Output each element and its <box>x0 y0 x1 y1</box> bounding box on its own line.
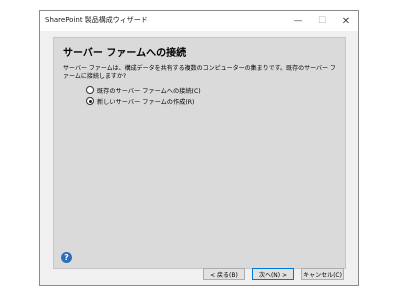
page-title: サーバー ファームへの接続 <box>63 48 187 59</box>
radio-icon[interactable] <box>86 86 94 94</box>
cancel-button[interactable]: キャンセル(C) <box>301 268 344 280</box>
help-icon[interactable]: ? <box>61 252 72 263</box>
window-title: SharePoint 製品構成ウィザード <box>45 16 148 24</box>
option-create-new[interactable]: 新しいサーバー ファームの作成(R) <box>86 96 194 106</box>
content-panel: サーバー ファームへの接続 サーバー ファームは、構成データを共有する複数のコン… <box>53 37 346 269</box>
title-bar: SharePoint 製品構成ウィザード — ☐ ✕ <box>40 11 358 31</box>
back-button[interactable]: < 戻る(B) <box>203 268 245 280</box>
option-connect-existing[interactable]: 既存のサーバー ファームへの接続(C) <box>86 85 201 95</box>
close-button[interactable]: ✕ <box>334 11 358 31</box>
page-description: サーバー ファームは、構成データを共有する複数のコンピューターの集まりです。既存… <box>63 65 336 80</box>
radio-selected-icon[interactable] <box>86 97 94 105</box>
maximize-button[interactable]: ☐ <box>310 11 334 31</box>
next-button[interactable]: 次へ(N) > <box>252 268 294 280</box>
wizard-window: SharePoint 製品構成ウィザード — ☐ ✕ サーバー ファームへの接続… <box>39 10 359 286</box>
option-label: 新しいサーバー ファームの作成(R) <box>97 98 195 106</box>
minimize-button[interactable]: — <box>286 11 310 31</box>
option-label: 既存のサーバー ファームへの接続(C) <box>97 87 201 95</box>
